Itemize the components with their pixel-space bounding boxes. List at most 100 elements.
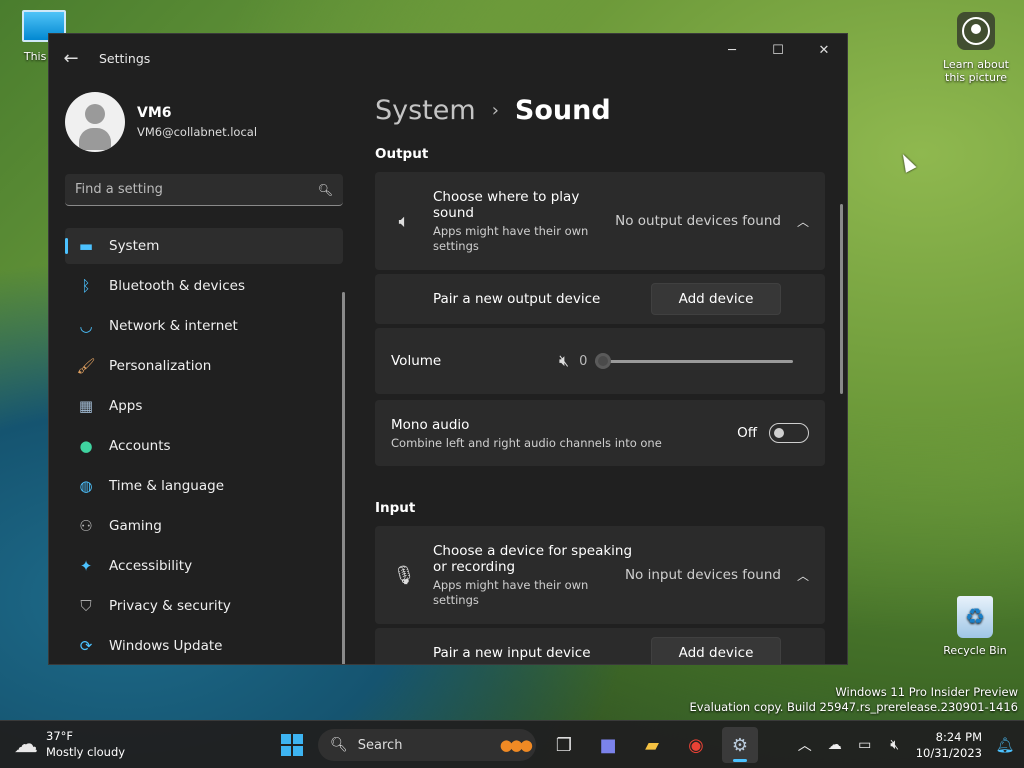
volume-slider[interactable]	[595, 351, 794, 371]
main-content: System › Sound Output 🔈︎ Choose where to…	[375, 82, 843, 664]
avatar	[65, 92, 125, 152]
taskbar-search[interactable]: 🔍︎ Search ●●●	[318, 729, 536, 761]
input-choose-label-1: Choose a device for speaking	[433, 543, 633, 559]
taskbar: ☁ 37°F Mostly cloudy 🔍︎ Search ●●● ❐ ■ ▰…	[0, 720, 1024, 768]
mono-audio-state: Off	[737, 425, 757, 441]
desktop-icon-label: Recycle Bin	[943, 644, 1007, 657]
output-device-selector[interactable]: 🔈︎ Choose where to play sound Apps might…	[375, 172, 825, 270]
mono-audio-toggle[interactable]	[769, 423, 809, 443]
chevron-right-icon: ›	[491, 99, 499, 121]
sidebar-scrollbar[interactable]	[342, 292, 345, 664]
start-button[interactable]	[274, 727, 310, 763]
desktop-icon-label: Learn about	[943, 58, 1009, 71]
clock[interactable]: 8:24 PM 10/31/2023	[916, 729, 982, 761]
breadcrumb: System › Sound	[375, 82, 825, 138]
add-output-device-button[interactable]: Add device	[651, 283, 781, 315]
chrome-icon: ◉	[688, 734, 704, 756]
chevron-up-icon[interactable]: ︿	[797, 567, 809, 584]
user-profile[interactable]: VM6 VM6@collabnet.local	[49, 82, 359, 162]
title-bar[interactable]: ← Settings ─ ☐ ✕	[49, 34, 847, 82]
desktop-icon-recycle-bin[interactable]: ♻ Recycle Bin	[942, 596, 1008, 657]
teams-button[interactable]: ■	[590, 727, 626, 763]
sidebar-item-label: Privacy & security	[109, 598, 231, 614]
input-device-selector[interactable]: 🎙︎ Choose a device for speaking or recor…	[375, 526, 825, 624]
pair-output-label: Pair a new output device	[433, 291, 601, 307]
pair-output-row: Pair a new output device Add device	[375, 274, 825, 324]
folder-icon: ▰	[645, 734, 659, 756]
sidebar: VM6 VM6@collabnet.local 🔍︎ ▬ System ᛒ Bl…	[49, 82, 359, 664]
sidebar-item-label: Windows Update	[109, 638, 223, 654]
main-scrollbar[interactable]	[840, 204, 843, 394]
volume-label: Volume	[391, 353, 442, 369]
sidebar-item-apps[interactable]: ▦ Apps	[65, 388, 343, 424]
slider-track	[595, 360, 794, 363]
speaker-muted-icon[interactable]: 🔇︎	[559, 351, 569, 371]
windows-logo-icon	[281, 734, 303, 756]
search-input[interactable]	[75, 182, 318, 197]
output-choose-label-1: Choose where to play	[433, 189, 580, 205]
slider-thumb[interactable]	[595, 353, 612, 369]
cloud-offline-icon[interactable]: ☁	[820, 737, 850, 753]
sidebar-item-label: Apps	[109, 398, 143, 414]
sidebar-item-accounts[interactable]: ● Accounts	[65, 428, 343, 464]
pumpkin-icon: ●●●	[499, 736, 533, 754]
search-icon: 🔍︎	[317, 182, 333, 197]
mono-audio-label: Mono audio	[391, 416, 470, 433]
brush-icon: 🖌︎	[76, 357, 96, 375]
sidebar-item-label: Accessibility	[109, 558, 193, 574]
sidebar-item-bluetooth-devices[interactable]: ᛒ Bluetooth & devices	[65, 268, 343, 304]
input-choose-sub-1: Apps might have their own	[433, 578, 589, 592]
breadcrumb-parent[interactable]: System	[375, 95, 476, 126]
file-explorer-button[interactable]: ▰	[634, 727, 670, 763]
sidebar-item-system[interactable]: ▬ System	[65, 228, 343, 264]
sidebar-item-label: Personalization	[109, 358, 212, 374]
speaker-muted-icon[interactable]: 🔇︎	[880, 737, 910, 753]
profile-email: VM6@collabnet.local	[137, 125, 258, 139]
output-choose-sub-2: settings	[433, 239, 479, 253]
minimize-icon: ─	[728, 42, 736, 58]
section-title-output: Output	[375, 146, 429, 162]
sidebar-nav: ▬ System ᛒ Bluetooth & devices ◡ Network…	[49, 228, 359, 664]
video-chat-icon: ■	[599, 734, 617, 756]
mono-audio-sub: Combine left and right audio channels in…	[391, 435, 662, 450]
arrow-left-icon: ←	[63, 47, 79, 69]
update-icon: ⟳	[79, 637, 93, 655]
sidebar-item-windows-update[interactable]: ⟳ Windows Update	[65, 628, 343, 664]
maximize-button[interactable]: ☐	[755, 34, 801, 66]
chrome-button[interactable]: ◉	[678, 727, 714, 763]
window-controls: ─ ☐ ✕	[709, 34, 847, 66]
network-icon[interactable]: ▭	[850, 737, 880, 753]
section-title-input: Input	[375, 500, 416, 516]
volume-value: 0	[579, 353, 588, 369]
sidebar-item-label: Gaming	[109, 518, 162, 534]
chevron-up-icon[interactable]: ︿	[790, 735, 820, 755]
sidebar-item-network-internet[interactable]: ◡ Network & internet	[65, 308, 343, 344]
weather-widget[interactable]: ☁ 37°F Mostly cloudy	[14, 729, 125, 759]
gear-icon: ⚙	[731, 734, 749, 756]
camera-icon	[957, 12, 995, 50]
sidebar-item-gaming[interactable]: ⚇ Gaming	[65, 508, 343, 544]
weather-condition: Mostly cloudy	[46, 745, 126, 759]
add-input-device-button[interactable]: Add device	[651, 637, 781, 664]
output-choose-label-2: sound	[433, 205, 474, 221]
sidebar-item-accessibility[interactable]: ✦ Accessibility	[65, 548, 343, 584]
back-button[interactable]: ←	[49, 34, 93, 82]
pair-input-label: Pair a new input device	[433, 645, 591, 661]
maximize-icon: ☐	[772, 42, 784, 58]
chevron-up-icon[interactable]: ︿	[797, 213, 809, 230]
sidebar-item-time-language[interactable]: ◍ Time & language	[65, 468, 343, 504]
desktop-icon-label: this picture	[945, 71, 1007, 84]
page-title: Sound	[514, 94, 611, 126]
settings-taskbar-button[interactable]: ⚙	[722, 727, 758, 763]
sidebar-item-privacy-security[interactable]: ⛉ Privacy & security	[65, 588, 343, 624]
sidebar-item-personalization[interactable]: 🖌︎ Personalization	[65, 348, 343, 384]
output-status: No output devices found	[615, 213, 781, 229]
desktop-icon-learn-about-picture[interactable]: Learn about this picture	[938, 12, 1014, 84]
notification-bell-icon[interactable]: 🔔︎	[992, 736, 1018, 754]
sidebar-item-label: Time & language	[109, 478, 225, 494]
close-button[interactable]: ✕	[801, 34, 847, 66]
task-view-icon: ❐	[555, 734, 573, 756]
minimize-button[interactable]: ─	[709, 34, 755, 66]
search-box[interactable]: 🔍︎	[65, 174, 343, 206]
task-view-button[interactable]: ❐	[546, 727, 582, 763]
